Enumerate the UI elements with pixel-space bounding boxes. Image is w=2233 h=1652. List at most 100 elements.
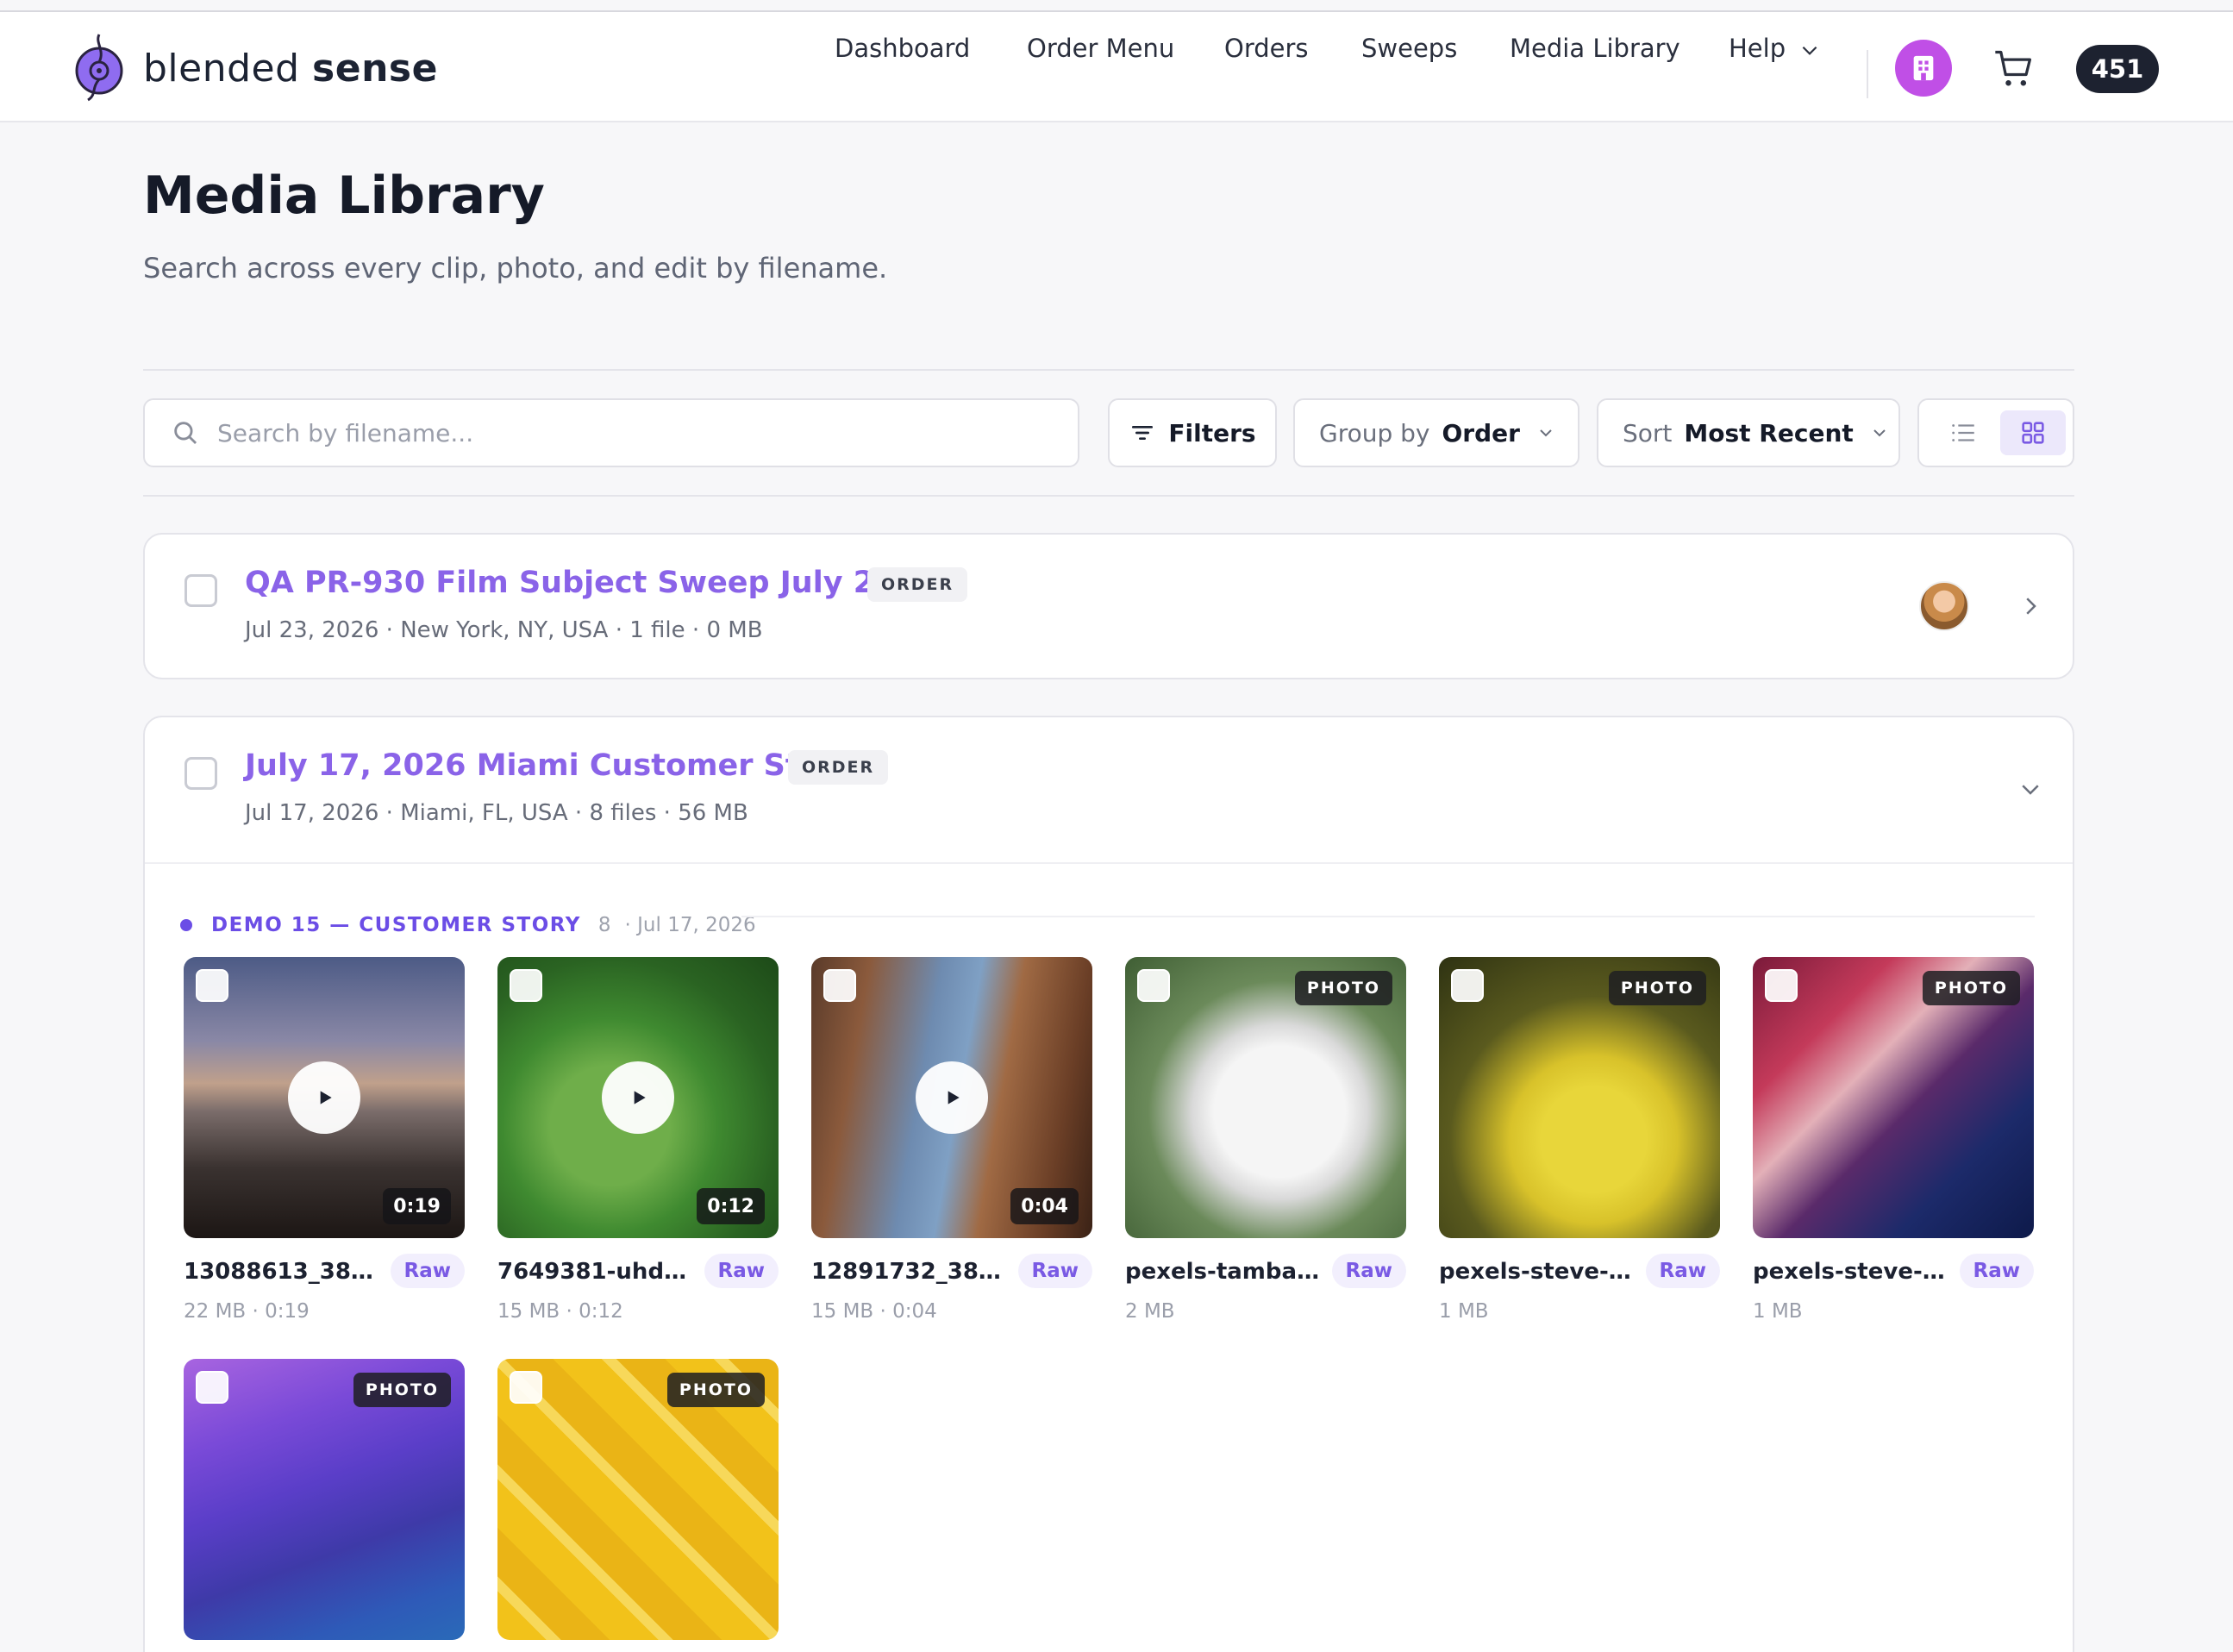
sort-select[interactable]: Sort Most Recent bbox=[1597, 398, 1900, 467]
search-icon bbox=[174, 422, 197, 445]
group-date: · Jul 17, 2026 bbox=[624, 914, 756, 936]
duration-badge: 0:04 bbox=[1010, 1188, 1079, 1224]
sort-label: Sort bbox=[1623, 418, 1673, 447]
media-tile[interactable]: PHOTO pexels-steve-a... Raw 1 MB bbox=[1439, 957, 1720, 1323]
search-box[interactable] bbox=[143, 398, 1079, 467]
cart-button[interactable] bbox=[1992, 47, 2036, 91]
media-tile[interactable]: PHOTO pexels-tamba0... Raw 2 MB bbox=[1125, 957, 1406, 1323]
nav-help[interactable]: Help bbox=[1729, 34, 1821, 63]
order-type-badge: ORDER bbox=[867, 567, 968, 602]
photo-thumbnail[interactable]: PHOTO bbox=[497, 1359, 779, 1640]
file-name[interactable]: 13088613_3840... bbox=[184, 1259, 382, 1285]
page-subtitle: Search across every clip, photo, and edi… bbox=[143, 252, 888, 285]
group-name: DEMO 15 — CUSTOMER STORY bbox=[211, 914, 581, 936]
play-icon bbox=[948, 1091, 960, 1104]
media-tile[interactable]: PHOTO bbox=[184, 1359, 465, 1640]
photo-thumbnail[interactable]: PHOTO bbox=[1439, 957, 1720, 1238]
media-tile[interactable]: 0:19 13088613_3840... Raw 22 MB · 0:19 bbox=[184, 957, 465, 1323]
chevron-down-icon[interactable] bbox=[2017, 776, 2043, 802]
play-button[interactable] bbox=[916, 1061, 988, 1134]
media-select-checkbox[interactable] bbox=[1451, 969, 1484, 1002]
filter-icon bbox=[1132, 426, 1154, 440]
photo-type-badge: PHOTO bbox=[1922, 971, 2020, 1005]
group-by-value: Order bbox=[1442, 418, 1520, 447]
order-title[interactable]: QA PR-930 Film Subject Sweep July 2026 bbox=[245, 566, 937, 600]
group-by-select[interactable]: Group by Order bbox=[1293, 398, 1579, 467]
photo-thumbnail[interactable]: PHOTO bbox=[1125, 957, 1406, 1238]
file-meta: 1 MB bbox=[1753, 1300, 1803, 1323]
nav-orders[interactable]: Orders bbox=[1224, 34, 1309, 63]
nav-media-library[interactable]: Media Library bbox=[1510, 34, 1680, 63]
photo-type-badge: PHOTO bbox=[1608, 971, 1706, 1005]
group-count: 8 bbox=[597, 914, 611, 936]
media-tile[interactable]: 0:04 12891732_3840... Raw 15 MB · 0:04 bbox=[811, 957, 1092, 1323]
order-meta: Jul 17, 2026 · Miami, FL, USA · 8 files … bbox=[245, 800, 748, 826]
filters-button[interactable]: Filters bbox=[1108, 398, 1277, 467]
play-icon bbox=[634, 1091, 646, 1104]
file-name[interactable]: 7649381-uhd_3... bbox=[497, 1259, 696, 1285]
nav-dashboard[interactable]: Dashboard bbox=[835, 34, 970, 63]
photo-thumbnail[interactable]: PHOTO bbox=[1753, 957, 2034, 1238]
order-card[interactable]: QA PR-930 Film Subject Sweep July 2026 O… bbox=[143, 533, 2074, 679]
file-name[interactable]: pexels-steve-2... bbox=[1753, 1259, 1951, 1285]
file-name[interactable]: pexels-tamba0... bbox=[1125, 1259, 1323, 1285]
media-tile[interactable]: PHOTO bbox=[497, 1359, 779, 1640]
nav-sweeps[interactable]: Sweeps bbox=[1361, 34, 1457, 63]
photo-type-badge: PHOTO bbox=[353, 1373, 451, 1407]
photo-type-badge: PHOTO bbox=[1294, 971, 1392, 1005]
raw-tag: Raw bbox=[390, 1254, 465, 1288]
view-toggle bbox=[1917, 398, 2074, 467]
play-button[interactable] bbox=[288, 1061, 360, 1134]
raw-tag: Raw bbox=[704, 1254, 779, 1288]
file-meta: 2 MB bbox=[1125, 1300, 1175, 1323]
nav-divider bbox=[1867, 50, 1868, 98]
order-select-checkbox[interactable] bbox=[185, 757, 217, 790]
grid-icon bbox=[2022, 422, 2044, 444]
media-select-checkbox[interactable] bbox=[1765, 969, 1798, 1002]
organization-avatar-button[interactable] bbox=[1895, 40, 1952, 97]
play-icon bbox=[320, 1091, 332, 1104]
video-thumbnail[interactable]: 0:19 bbox=[184, 957, 465, 1238]
brand-logo[interactable]: blended sense bbox=[71, 31, 438, 105]
filters-label: Filters bbox=[1168, 418, 1256, 447]
play-button[interactable] bbox=[602, 1061, 674, 1134]
group-rule bbox=[741, 916, 2035, 917]
file-meta: 15 MB · 0:12 bbox=[497, 1300, 623, 1323]
photo-thumbnail[interactable]: PHOTO bbox=[184, 1359, 465, 1640]
order-select-checkbox[interactable] bbox=[185, 574, 217, 607]
media-select-checkbox[interactable] bbox=[1137, 969, 1170, 1002]
divider bbox=[143, 369, 2074, 371]
order-meta: Jul 23, 2026 · New York, NY, USA · 1 fil… bbox=[245, 617, 763, 643]
duration-badge: 0:19 bbox=[383, 1188, 451, 1224]
file-name[interactable]: 12891732_3840... bbox=[811, 1259, 1010, 1285]
file-meta: 22 MB · 0:19 bbox=[184, 1300, 310, 1323]
building-icon bbox=[1913, 55, 1934, 81]
photo-type-badge: PHOTO bbox=[666, 1373, 765, 1407]
video-thumbnail[interactable]: 0:04 bbox=[811, 957, 1092, 1238]
card-divider bbox=[145, 862, 2073, 864]
media-select-checkbox[interactable] bbox=[196, 969, 228, 1002]
file-meta: 15 MB · 0:04 bbox=[811, 1300, 937, 1323]
raw-tag: Raw bbox=[1959, 1254, 2034, 1288]
file-name[interactable]: pexels-steve-a... bbox=[1439, 1259, 1637, 1285]
blended-sense-logo-icon bbox=[75, 34, 123, 102]
media-select-checkbox[interactable] bbox=[196, 1371, 228, 1404]
video-thumbnail[interactable]: 0:12 bbox=[497, 957, 779, 1238]
list-view-button[interactable] bbox=[1935, 410, 1992, 455]
media-tile[interactable]: 0:12 7649381-uhd_3... Raw 15 MB · 0:12 bbox=[497, 957, 779, 1323]
nav-order-menu[interactable]: Order Menu bbox=[1027, 34, 1174, 63]
list-icon bbox=[1952, 424, 1974, 441]
media-tile[interactable]: PHOTO pexels-steve-2... Raw 1 MB bbox=[1753, 957, 2034, 1323]
credits-balance-badge[interactable]: 451 bbox=[2076, 45, 2159, 93]
media-group-header: DEMO 15 — CUSTOMER STORY 8 · Jul 17, 202… bbox=[180, 914, 756, 936]
search-input[interactable] bbox=[217, 418, 993, 447]
group-by-label: Group by bbox=[1319, 418, 1430, 447]
chevron-right-icon[interactable] bbox=[2017, 593, 2043, 619]
grid-view-button[interactable] bbox=[2000, 410, 2066, 455]
group-dot bbox=[180, 919, 192, 931]
order-title[interactable]: July 17, 2026 Miami Customer Story bbox=[245, 748, 855, 783]
media-select-checkbox[interactable] bbox=[510, 969, 542, 1002]
media-select-checkbox[interactable] bbox=[823, 969, 856, 1002]
media-select-checkbox[interactable] bbox=[510, 1371, 542, 1404]
chevron-down-icon bbox=[1873, 429, 1886, 437]
